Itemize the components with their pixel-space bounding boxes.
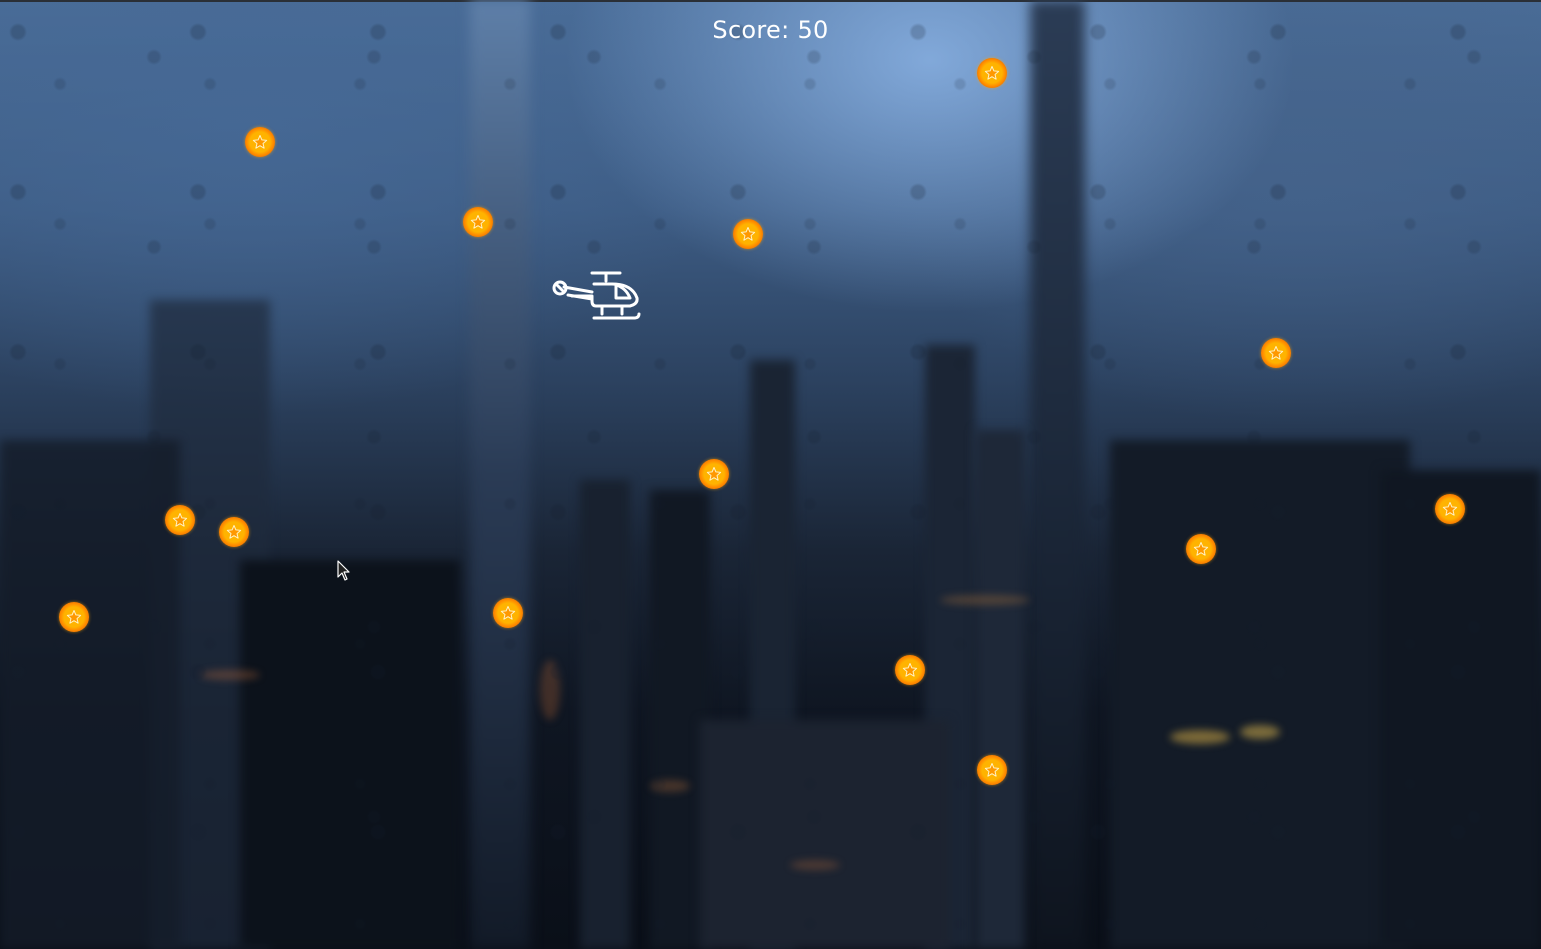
- star-coin-icon[interactable]: [245, 127, 275, 157]
- star-icon: [226, 525, 242, 539]
- star-coin-icon[interactable]: [733, 219, 763, 249]
- star-coin-icon[interactable]: [59, 602, 89, 632]
- star-icon: [252, 135, 268, 149]
- star-icon: [172, 513, 188, 527]
- star-coin-icon[interactable]: [1261, 338, 1291, 368]
- star-coin-icon[interactable]: [699, 459, 729, 489]
- star-icon: [1268, 346, 1284, 360]
- star-coin-icon[interactable]: [1435, 494, 1465, 524]
- star-icon: [1442, 502, 1458, 516]
- star-icon: [66, 610, 82, 624]
- star-icon: [500, 606, 516, 620]
- mouse-cursor-icon: [337, 560, 350, 581]
- rain-drops-overlay: [0, 0, 1541, 949]
- star-icon: [740, 227, 756, 241]
- score-display: Score: 50: [712, 16, 829, 44]
- star-coin-icon[interactable]: [895, 655, 925, 685]
- star-icon: [470, 215, 486, 229]
- star-coin-icon[interactable]: [463, 207, 493, 237]
- star-icon: [706, 467, 722, 481]
- star-coin-icon[interactable]: [1186, 534, 1216, 564]
- star-coin-icon[interactable]: [493, 598, 523, 628]
- helicopter-icon: [552, 271, 641, 320]
- star-coin-icon[interactable]: [219, 517, 249, 547]
- star-icon: [984, 763, 1000, 777]
- game-canvas[interactable]: Score: 50: [0, 0, 1541, 949]
- star-icon: [1193, 542, 1209, 556]
- star-icon: [902, 663, 918, 677]
- star-coin-icon[interactable]: [165, 505, 195, 535]
- star-coin-icon[interactable]: [977, 58, 1007, 88]
- star-icon: [984, 66, 1000, 80]
- helicopter-player[interactable]: [550, 268, 642, 324]
- star-coin-icon[interactable]: [977, 755, 1007, 785]
